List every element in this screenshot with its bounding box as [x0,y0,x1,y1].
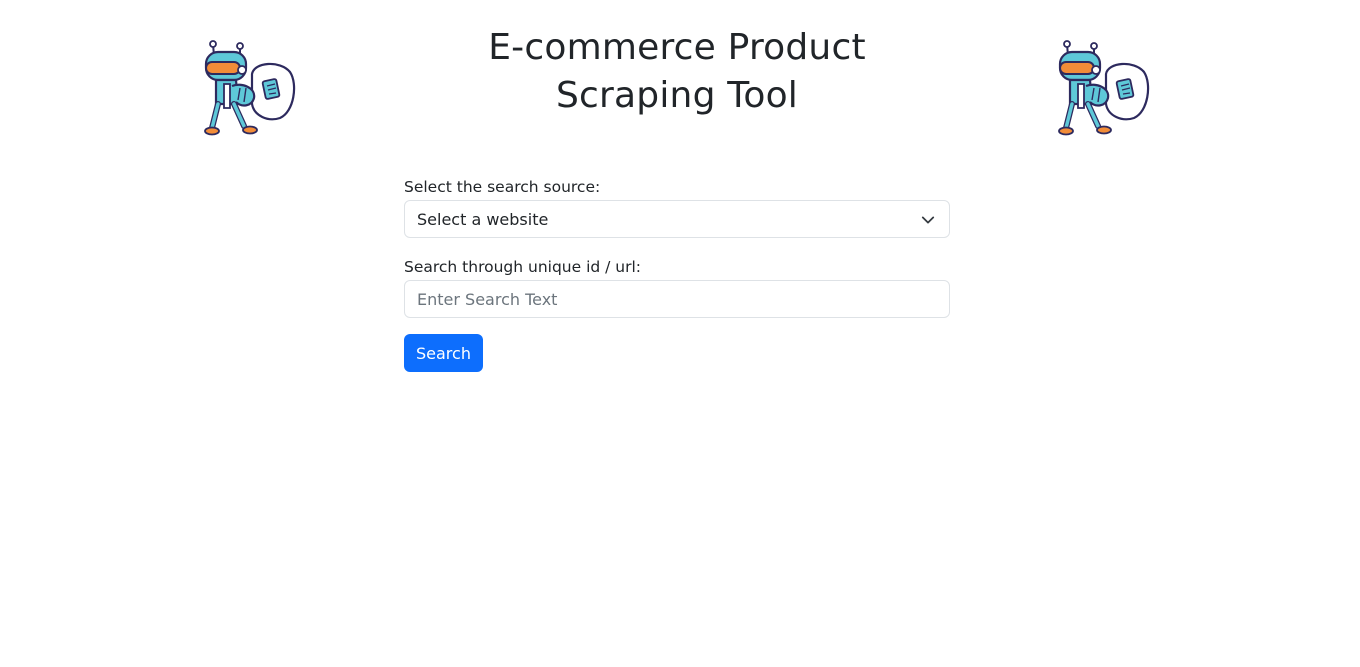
page-title: E-commerce Product Scraping Tool [488,27,866,116]
search-text-group: Search through unique id / url: [404,256,950,318]
chevron-down-icon [921,216,935,224]
search-text-label: Search through unique id / url: [404,258,642,276]
robot-with-sack-icon [204,40,296,136]
search-source-label: Select the search source: [404,178,601,196]
search-input[interactable] [404,280,950,318]
robot-with-sack-icon [1058,40,1150,136]
search-button[interactable]: Search [404,334,483,372]
search-form: Select the search source: Select a websi… [404,176,950,372]
website-select[interactable]: Select a website [404,200,950,238]
page: E-commerce Product Scraping Tool Select … [0,0,1360,667]
header: E-commerce Product Scraping Tool [0,0,1360,150]
website-select-value: Select a website [417,209,549,229]
